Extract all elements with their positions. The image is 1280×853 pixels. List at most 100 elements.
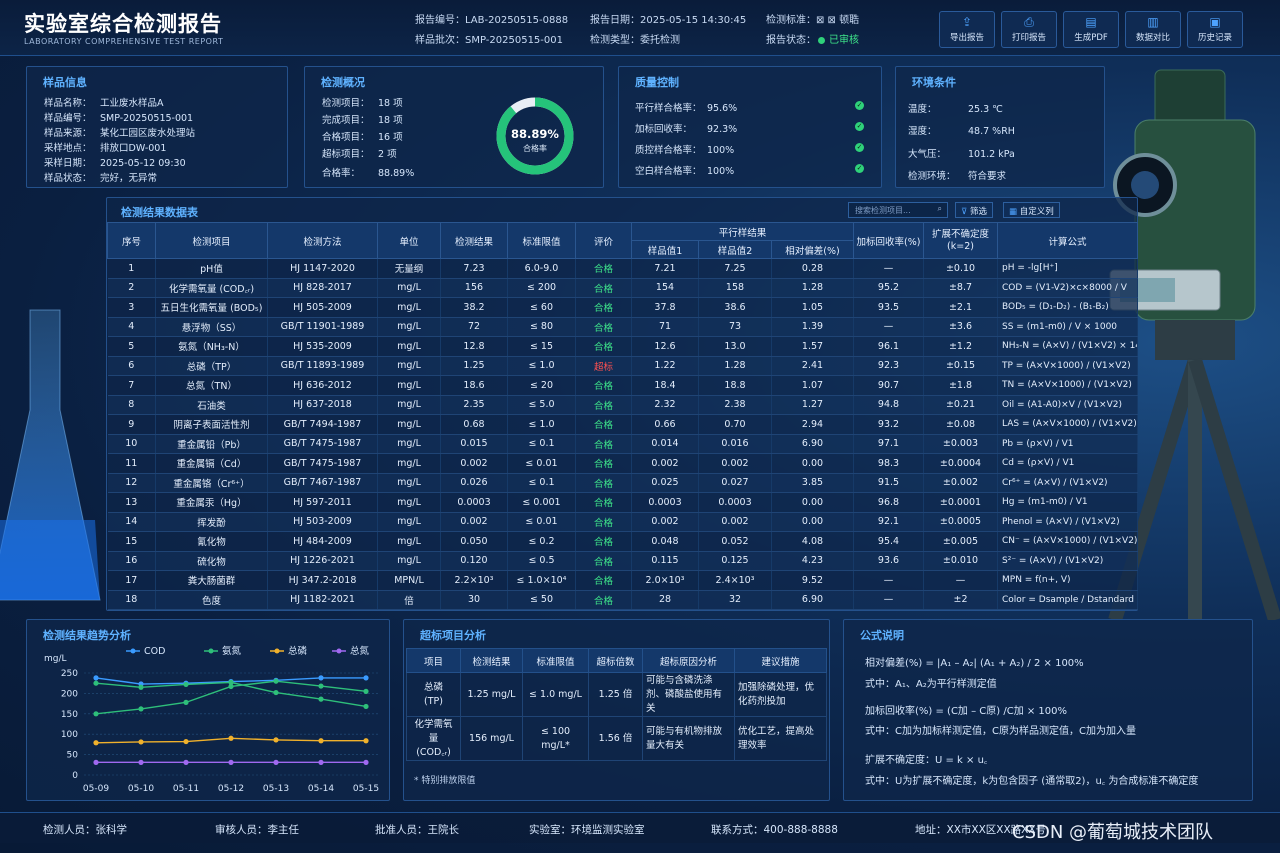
approver: 批准人员：王院长 (375, 824, 459, 836)
table-cell: 93.6 (853, 551, 924, 571)
table-cell: 合格 (575, 434, 632, 454)
table-cell: 合格 (575, 395, 632, 415)
custom-columns-button[interactable]: ▦ 自定义列 (1003, 202, 1060, 218)
test-environment: 检测环境： 符合要求 (908, 171, 1007, 182)
table-row[interactable]: 14 挥发酚 HJ 503-2009 mg/L 0.002 ≤ 0.01 合格 0.002 0.… (107, 512, 1138, 532)
table-cell: HJ 1226-2021 (267, 551, 378, 571)
series-0-point (318, 675, 324, 681)
table-cell: HJ 535-2009 (267, 336, 378, 357)
table-cell: ±1.8 (923, 375, 998, 396)
table-cell: 91.5 (853, 473, 924, 493)
table-cell: 合格 (575, 531, 632, 552)
col-header: 超标倍数 (588, 648, 643, 673)
series-3-point (318, 759, 324, 765)
table-cell: 0.015 (440, 434, 508, 454)
filter-button[interactable]: ⊽ 筛选 (955, 202, 993, 218)
table-row[interactable]: 化学需氧量 (COD꜀ᵣ) 156 mg/L ≤ 100 mg/L* 1.56 倍可能… (406, 716, 827, 761)
table-cell: — (853, 258, 924, 279)
table-cell: 1 (107, 258, 156, 279)
series-3-point (183, 759, 189, 765)
table-row[interactable]: 5 氨氮（NH₃-N） HJ 535-2009 mg/L 12.8 ≤ 15 合格 12.6 1… (107, 336, 1138, 357)
series-3-point (363, 759, 369, 765)
series-3-point (138, 759, 144, 765)
table-cell: HJ 505-2009 (267, 297, 378, 318)
table-cell: 0.0003 (440, 492, 508, 513)
table-cell: 3 (107, 297, 156, 318)
export-report-button[interactable]: ⇪ 导出报告 (939, 11, 995, 48)
table-cell: 32 (698, 590, 772, 610)
table-cell: 合格 (575, 551, 632, 571)
table-cell: ≤ 80 (507, 317, 576, 337)
table-cell: 37.8 (631, 297, 699, 318)
table-cell: 95.4 (853, 531, 924, 552)
table-cell: GB/T 7475-1987 (267, 453, 378, 474)
table-row[interactable]: 7 总氮（TN） HJ 636-2012 mg/L 18.6 ≤ 20 合格 18.4 18.8… (107, 375, 1138, 396)
table-row[interactable]: 9 阴离子表面活性剂 GB/T 7494-1987 mg/L 0.68 ≤ 1.0 合格 0.… (107, 414, 1138, 435)
table-row[interactable]: 11 重金属镉（Cd） GB/T 7475-1987 mg/L 0.002 ≤ 0.01 合… (107, 453, 1138, 474)
table-row[interactable]: 18 色度 HJ 1182-2021 倍 30 ≤ 50 合格 28 32 6.90— ±2 Colo… (107, 590, 1138, 610)
table-cell: SS = (m1-m0) / V × 1000 (997, 317, 1138, 337)
table-cell: 18.6 (440, 375, 508, 396)
table-cell: ≤ 0.01 (507, 512, 576, 532)
table-cell: GB/T 7475-1987 (267, 434, 378, 454)
table-cell: 合格 (575, 258, 632, 279)
generate-pdf-button[interactable]: ▤ 生成PDF (1063, 11, 1119, 48)
report-header: 实验室综合检测报告 LABORATORY COMPREHENSIVE TEST … (0, 0, 1280, 56)
report-date: 报告日期：2025-05-15 14:30:45 (590, 15, 747, 26)
table-cell: 0.052 (698, 531, 772, 552)
y-tick-label: 0 (72, 771, 78, 781)
sampling-date: 采样日期： 2025-05-12 09:30 (44, 158, 186, 169)
table-row[interactable]: 4 悬浮物（SS） GB/T 11901-1989 mg/L 72 ≤ 80 合格 71 73 1… (107, 317, 1138, 337)
table-cell: 氨氮（NH₃-N） (155, 336, 268, 357)
series-1-point (138, 706, 144, 712)
table-row[interactable]: 10 重金属铅（Pb） GB/T 7475-1987 mg/L 0.015 ≤ 0.1 合格… (107, 434, 1138, 454)
table-cell: mg/L (377, 356, 441, 376)
table-cell: 7.23 (440, 258, 508, 279)
y-tick-label: 100 (61, 730, 78, 740)
search-input[interactable]: 搜索检测项目... ⌕ (848, 202, 948, 218)
y-tick-label: 150 (61, 710, 78, 720)
table-cell: 合格 (575, 414, 632, 435)
series-1-point (183, 699, 189, 705)
table-row[interactable]: 6 总磷（TP） GB/T 11893-1989 mg/L 1.25 ≤ 1.0 超标 1.2… (107, 356, 1138, 376)
col-header: 检测结果 (440, 222, 508, 259)
sample-name: 样品名称： 工业废水样品A (44, 98, 164, 109)
table-cell: 0.026 (440, 473, 508, 493)
print-report-button[interactable]: ⎙ 打印报告 (1001, 11, 1057, 48)
y-axis-label: mg/L (44, 654, 67, 664)
table-cell: 12 (107, 473, 156, 493)
page-subtitle: LABORATORY COMPREHENSIVE TEST REPORT (24, 37, 224, 46)
table-cell: mg/L (377, 512, 441, 532)
table-cell: ≤ 50 (507, 590, 576, 610)
table-cell: 93.5 (853, 297, 924, 318)
table-row[interactable]: 12 重金属铬（Cr⁶⁺） GB/T 7467-1987 mg/L 0.026 ≤ 0.1… (107, 473, 1138, 493)
table-row[interactable]: 3 五日生化需氧量 (BOD₅) HJ 505-2009 mg/L 38.2 ≤ 60 合格… (107, 297, 1138, 318)
table-row[interactable]: 16 硫化物 HJ 1226-2021 mg/L 0.120 ≤ 0.5 合格 0.115 0.… (107, 551, 1138, 571)
col-header: 加标回收率(%) (853, 222, 924, 259)
table-row[interactable]: 2 化学需氧量 (COD꜀ᵣ) HJ 828-2017 mg/L 156 ≤ 200 合格 1… (107, 278, 1138, 298)
series-2-point (138, 739, 144, 745)
table-cell: 1.28 (771, 278, 854, 298)
data-compare-button[interactable]: ▥ 数据对比 (1125, 11, 1181, 48)
col-header: 扩展不确定度 (k=2) (923, 222, 998, 259)
table-cell: mg/L (377, 453, 441, 474)
blank-pass-rate: 空白样合格率： 100% (635, 166, 735, 177)
print-icon: ⎙ (1024, 15, 1034, 29)
table-cell: 156 (440, 278, 508, 298)
table-row[interactable]: 13 重金属汞（Hg） HJ 597-2011 mg/L 0.0003 ≤ 0.001 合格… (107, 492, 1138, 513)
table-cell: ±8.7 (923, 278, 998, 298)
y-tick-label: 200 (61, 689, 78, 699)
table-row[interactable]: 总磷 (TP) 1.25 mg/L ≤ 1.0 mg/L 1.25 倍可能与含磷洗涤剂… (406, 672, 827, 717)
table-row[interactable]: 1 pH值 HJ 1147-2020 无量纲 7.23 6.0-9.0 合格 7.21 7.25… (107, 258, 1138, 279)
table-cell: 0.014 (631, 434, 699, 454)
table-row[interactable]: 15 氰化物 HJ 484-2009 mg/L 0.050 ≤ 0.2 合格 0.048 0.0… (107, 531, 1138, 552)
table-cell: HJ 484-2009 (267, 531, 378, 552)
table-cell: ≤ 1.0 (507, 356, 576, 376)
table-row[interactable]: 17 粪大肠菌群 HJ 347.2-2018 MPN/L 2.2×10³ ≤ 1.0×10… (107, 570, 1138, 591)
table-row[interactable]: 8 石油类 HJ 637-2018 mg/L 2.35 ≤ 5.0 合格 2.32 2.38 1.… (107, 395, 1138, 415)
table-cell: 73 (698, 317, 772, 337)
table-cell: 硫化物 (155, 551, 268, 571)
history-button[interactable]: ▣ 历史记录 (1187, 11, 1243, 48)
table-cell: 6.0-9.0 (507, 258, 576, 279)
table-cell: 92.3 (853, 356, 924, 376)
